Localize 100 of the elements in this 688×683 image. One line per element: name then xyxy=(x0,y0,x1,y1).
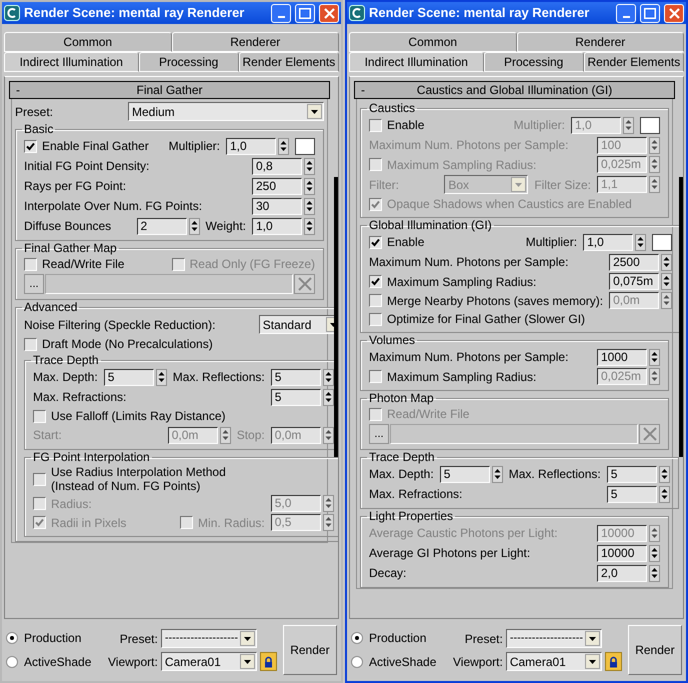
number-field[interactable]: 1,0 xyxy=(583,234,634,250)
dropdown[interactable]: -------------------- xyxy=(160,629,257,648)
checkbox[interactable]: Draft Mode (No Precalculations) xyxy=(24,337,213,351)
file-path-field[interactable] xyxy=(45,274,293,294)
dropdown[interactable]: Camera01 xyxy=(506,652,602,671)
window-title: Render Scene: mental ray Renderer xyxy=(24,4,246,22)
tab[interactable]: Indirect Illumination xyxy=(4,52,139,72)
minimize-button[interactable] xyxy=(271,4,291,22)
spinner-arrows[interactable] xyxy=(658,486,670,502)
spinner-arrows[interactable] xyxy=(278,138,289,154)
collapse-toggle[interactable]: - xyxy=(355,81,375,99)
field-label: Maximum Num. Photons per Sample: xyxy=(369,137,570,154)
tab[interactable]: Processing xyxy=(484,52,584,72)
color-swatch[interactable] xyxy=(295,138,315,154)
spinner-arrows[interactable] xyxy=(661,254,672,270)
spinner-arrows[interactable] xyxy=(661,273,672,290)
field-label: Stop: xyxy=(236,427,265,444)
number-field[interactable]: 5 xyxy=(440,466,490,482)
check-icon xyxy=(26,142,35,150)
tab[interactable]: Renderer xyxy=(172,32,339,52)
browse-button[interactable]: ... xyxy=(369,424,389,444)
checkbox[interactable]: Merge Nearby Photons (saves memory): xyxy=(369,294,604,308)
spinner-arrows[interactable] xyxy=(304,198,315,214)
radio-button[interactable]: ActiveShade xyxy=(351,653,447,671)
render-button[interactable]: Render xyxy=(282,625,337,675)
collapse-toggle[interactable]: - xyxy=(10,81,30,99)
radio-button[interactable]: ActiveShade xyxy=(6,653,102,671)
minimize-button[interactable] xyxy=(616,4,636,22)
tab[interactable]: Indirect Illumination xyxy=(349,52,484,72)
spinner-arrows[interactable] xyxy=(492,466,503,482)
number-field[interactable]: 2 xyxy=(136,218,187,234)
scrollbar-thumb[interactable] xyxy=(679,177,683,457)
file-path-field[interactable] xyxy=(390,424,638,444)
group-title: Final Gather Map xyxy=(23,242,118,255)
checkbox[interactable]: Optimize for Final Gather (Slower GI) xyxy=(369,312,586,326)
spinner-arrows[interactable] xyxy=(322,388,334,406)
number-field[interactable]: 1,0 xyxy=(252,218,302,234)
maximize-button[interactable] xyxy=(640,4,660,22)
group-title: Light Properties xyxy=(368,510,454,523)
radio-button[interactable]: Production xyxy=(6,629,102,647)
spinner-arrows[interactable] xyxy=(304,178,315,194)
rollout-header[interactable]: - Caustics and Global Illumination (GI) xyxy=(354,81,675,99)
radio-button[interactable]: Production xyxy=(351,629,447,647)
close-button[interactable] xyxy=(319,4,339,22)
tab[interactable]: Render Elements xyxy=(238,52,339,72)
checkbox[interactable]: Use Falloff (Limits Ray Distance) xyxy=(33,409,226,423)
spinner-arrows[interactable] xyxy=(635,234,646,250)
field-label: Max. Refractions: xyxy=(33,389,128,406)
maximize-button[interactable] xyxy=(295,4,315,22)
group-title: Caustics xyxy=(368,102,416,115)
field-label: Noise Filtering (Speckle Reduction): xyxy=(24,316,216,334)
number-field[interactable]: 0,8 xyxy=(252,158,302,174)
number-field[interactable]: 2,0 xyxy=(597,564,647,582)
spinner-arrows[interactable] xyxy=(649,348,660,366)
tab[interactable]: Processing xyxy=(138,52,239,72)
number-field[interactable]: 5 xyxy=(606,466,657,482)
lock-button[interactable] xyxy=(604,652,622,671)
number-field[interactable]: 10000 xyxy=(597,544,647,562)
dropdown[interactable]: Camera01 xyxy=(160,652,257,671)
spinner-arrows[interactable] xyxy=(649,544,660,562)
spinner-arrows[interactable] xyxy=(658,466,670,482)
number-field[interactable]: 1000 xyxy=(597,348,647,366)
lock-button[interactable] xyxy=(260,652,277,671)
checkbox[interactable]: Read/Write File xyxy=(24,257,166,271)
checkbox[interactable]: Use Radius Interpolation Method (Instead of Num. FG Points) xyxy=(33,465,226,493)
spinner-arrows[interactable] xyxy=(156,368,167,386)
checkbox[interactable]: Enable xyxy=(369,118,508,132)
dropdown[interactable]: Medium xyxy=(128,102,324,121)
rollout-header[interactable]: - Final Gather xyxy=(9,81,330,99)
tab[interactable]: Renderer xyxy=(516,32,684,52)
spinner-arrows[interactable] xyxy=(322,368,334,386)
checkbox[interactable]: Enable Final Gather xyxy=(24,139,163,153)
color-swatch[interactable] xyxy=(652,234,672,250)
field-label: Decay: xyxy=(369,565,408,582)
number-field[interactable]: 5 xyxy=(270,368,321,386)
spinner-arrows[interactable] xyxy=(188,218,200,234)
tab[interactable]: Render Elements xyxy=(584,52,684,72)
number-field[interactable]: 5 xyxy=(104,368,154,386)
number-field[interactable]: 5 xyxy=(606,486,657,502)
dropdown[interactable]: -------------------- xyxy=(506,629,602,648)
spinner-arrows[interactable] xyxy=(304,218,315,234)
rollout-title: Final Gather xyxy=(135,82,204,99)
number-field[interactable]: 1,0 xyxy=(226,138,276,154)
checkbox[interactable]: Maximum Sampling Radius: xyxy=(369,370,591,384)
checkbox[interactable]: Enable xyxy=(369,235,520,249)
checkbox[interactable]: Maximum Sampling Radius: xyxy=(369,274,604,288)
field-label: Filter: xyxy=(369,176,400,194)
number-field[interactable]: 30 xyxy=(252,198,302,214)
tab[interactable]: Common xyxy=(349,32,516,52)
render-button[interactable]: Render xyxy=(628,625,682,675)
number-field[interactable]: 0,075m xyxy=(609,273,660,290)
spinner-arrows[interactable] xyxy=(304,158,315,174)
browse-button[interactable]: ... xyxy=(24,274,44,294)
close-button[interactable] xyxy=(664,4,684,22)
number-field[interactable]: 250 xyxy=(252,178,302,194)
number-field[interactable]: 5 xyxy=(270,388,321,406)
color-swatch[interactable] xyxy=(640,116,660,134)
number-field[interactable]: 2500 xyxy=(609,254,660,270)
spinner-arrows[interactable] xyxy=(649,564,660,582)
tab[interactable]: Common xyxy=(4,32,172,52)
